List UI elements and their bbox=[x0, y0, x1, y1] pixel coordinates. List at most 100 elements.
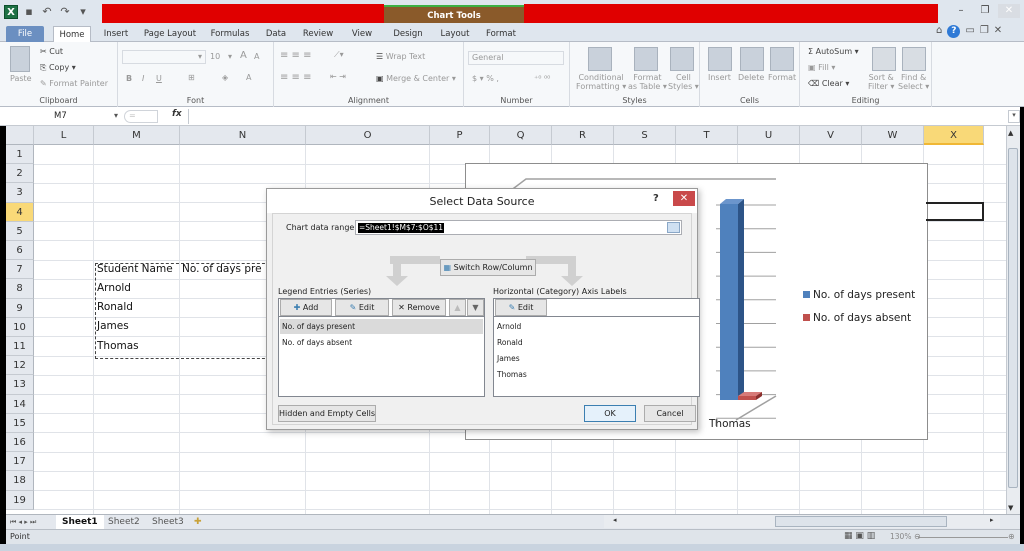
row-header-15[interactable]: 15 bbox=[6, 413, 34, 433]
shrink-font-icon[interactable]: A bbox=[254, 52, 259, 61]
excel-logo-icon[interactable]: X bbox=[4, 5, 18, 19]
switch-row-column-button[interactable]: ▦ Switch Row/Column bbox=[440, 259, 536, 276]
align-top-icon[interactable]: ≡ ≡ ≡ bbox=[280, 50, 312, 61]
cell-M10[interactable]: James bbox=[97, 320, 129, 332]
font-size-select[interactable]: 10 bbox=[210, 52, 220, 61]
workbook-close-icon[interactable]: ✕ bbox=[994, 25, 1002, 38]
scroll-up-icon[interactable]: ▲ bbox=[1008, 129, 1013, 137]
tab-formulas[interactable]: Formulas bbox=[208, 26, 252, 42]
insert-cells-button[interactable]: Insert bbox=[708, 73, 731, 82]
cell-styles-icon[interactable] bbox=[670, 47, 694, 71]
sort-filter-icon[interactable] bbox=[872, 47, 896, 71]
cell-M11[interactable]: Thomas bbox=[97, 340, 139, 352]
row-header-6[interactable]: 6 bbox=[6, 241, 34, 261]
axis-labels-list[interactable]: ✎ Edit Arnold Ronald James Thomas bbox=[493, 298, 700, 397]
edit-series-button[interactable]: ✎ Edit bbox=[335, 299, 389, 316]
sheet-nav-icons[interactable]: ⏮ ◂ ▸ ⏭ bbox=[10, 515, 36, 529]
column-header-U[interactable]: U bbox=[738, 126, 800, 145]
cell-M9[interactable]: Ronald bbox=[97, 301, 133, 313]
chart-data-range-input[interactable]: =Sheet1!$M$7:$O$11 bbox=[355, 220, 682, 235]
row-header-9[interactable]: 9 bbox=[6, 298, 34, 318]
row-header-7[interactable]: 7 bbox=[6, 260, 34, 280]
remove-series-button[interactable]: ✕ Remove bbox=[392, 299, 446, 316]
move-up-icon[interactable]: ▲ bbox=[449, 299, 466, 316]
help-icon[interactable]: ? bbox=[947, 25, 961, 38]
workbook-restore-icon[interactable]: ❐ bbox=[980, 25, 989, 38]
clear-button[interactable]: ⌫ Clear ▾ bbox=[808, 79, 849, 88]
font-color-icon[interactable]: A bbox=[246, 73, 251, 82]
format-cells-icon[interactable] bbox=[770, 47, 794, 71]
tab-format[interactable]: Format bbox=[484, 26, 518, 42]
tab-page-layout[interactable]: Page Layout bbox=[142, 26, 198, 42]
row-header-14[interactable]: 14 bbox=[6, 394, 34, 414]
row-header-3[interactable]: 3 bbox=[6, 183, 34, 203]
format-painter-button[interactable]: ✎ Format Painter bbox=[40, 79, 108, 88]
scroll-left-icon[interactable]: ◂ bbox=[613, 516, 617, 524]
align-left-icon[interactable]: ≡ ≡ ≡ bbox=[280, 72, 312, 83]
column-header-P[interactable]: P bbox=[430, 126, 490, 145]
fill-color-icon[interactable]: ◈ bbox=[222, 73, 228, 82]
delete-cells-button[interactable]: Delete bbox=[738, 73, 764, 82]
font-name-select[interactable] bbox=[122, 50, 206, 64]
redo-icon[interactable]: ↷ bbox=[58, 5, 72, 19]
tab-home[interactable]: Home bbox=[53, 26, 91, 42]
wrap-text-button[interactable]: ☰ Wrap Text bbox=[376, 52, 425, 61]
column-header-M[interactable]: M bbox=[94, 126, 180, 145]
undo-icon[interactable]: ↶ bbox=[40, 5, 54, 19]
bar-absent-thomas-front[interactable] bbox=[738, 396, 756, 400]
insert-function-icon[interactable]: fx bbox=[172, 109, 182, 119]
column-header-T[interactable]: T bbox=[676, 126, 738, 145]
column-header-S[interactable]: S bbox=[614, 126, 676, 145]
minimize-ribbon-icon[interactable]: ⌂ bbox=[936, 25, 942, 38]
format-as-table-button[interactable]: Format as Table ▾ bbox=[628, 73, 667, 91]
row-header-12[interactable]: 12 bbox=[6, 356, 34, 376]
zoom-out-icon[interactable]: ⊖ bbox=[914, 532, 921, 541]
row-header-1[interactable]: 1 bbox=[6, 145, 34, 165]
hidden-empty-cells-button[interactable]: Hidden and Empty Cells bbox=[278, 405, 376, 422]
column-header-X[interactable]: X bbox=[924, 126, 984, 145]
paste-button[interactable]: Paste bbox=[10, 74, 32, 83]
bold-icon[interactable]: B bbox=[126, 74, 132, 83]
autosum-button[interactable]: Σ AutoSum ▾ bbox=[808, 47, 859, 56]
tab-review[interactable]: Review bbox=[300, 26, 336, 42]
column-header-R[interactable]: R bbox=[552, 126, 614, 145]
row-header-16[interactable]: 16 bbox=[6, 433, 34, 453]
bar-present-thomas-side[interactable] bbox=[738, 199, 744, 400]
tab-layout[interactable]: Layout bbox=[438, 26, 472, 42]
indent-icon[interactable]: ⇤ ⇥ bbox=[330, 72, 346, 81]
horizontal-scroll-thumb[interactable] bbox=[775, 516, 947, 527]
zoom-in-icon[interactable]: ⊕ bbox=[1008, 532, 1015, 541]
cell-M7[interactable]: Student Name bbox=[97, 263, 173, 275]
row-header-18[interactable]: 18 bbox=[6, 471, 34, 491]
column-header-L[interactable]: L bbox=[34, 126, 94, 145]
column-header-N[interactable]: N bbox=[180, 126, 306, 145]
find-select-icon[interactable] bbox=[902, 47, 926, 71]
name-box-dropdown-icon[interactable]: ▾ bbox=[114, 111, 118, 120]
view-buttons-icon[interactable]: ▦ ▣ ▥ bbox=[844, 531, 875, 541]
row-header-11[interactable]: 11 bbox=[6, 337, 34, 357]
fill-button[interactable]: ▣ Fill ▾ bbox=[808, 63, 835, 72]
column-header-V[interactable]: V bbox=[800, 126, 862, 145]
scroll-down-icon[interactable]: ▼ bbox=[1008, 504, 1013, 512]
tab-data[interactable]: Data bbox=[263, 26, 289, 42]
sheet-tab-sheet2[interactable]: Sheet2 bbox=[104, 515, 144, 529]
cut-button[interactable]: ✂ Cut bbox=[40, 47, 63, 56]
merge-center-button[interactable]: ▣ Merge & Center ▾ bbox=[376, 74, 456, 83]
delete-cells-icon[interactable] bbox=[740, 47, 764, 71]
cell-N7[interactable]: No. of days pre bbox=[182, 263, 262, 275]
orientation-icon[interactable]: ⟋▾ bbox=[334, 50, 344, 60]
collapse-dialog-icon[interactable] bbox=[667, 222, 680, 233]
vertical-scroll-thumb[interactable] bbox=[1008, 148, 1018, 488]
select-all-corner[interactable] bbox=[6, 126, 34, 145]
save-icon[interactable]: ▪ bbox=[22, 5, 36, 19]
zoom-slider[interactable] bbox=[918, 537, 1008, 538]
series-item-absent[interactable]: No. of days absent bbox=[280, 335, 483, 350]
series-item-present[interactable]: No. of days present bbox=[280, 319, 483, 334]
scroll-right-icon[interactable]: ▸ bbox=[990, 516, 994, 524]
format-cells-button[interactable]: Format bbox=[768, 73, 796, 82]
row-header-13[interactable]: 13 bbox=[6, 375, 34, 395]
cell-styles-button[interactable]: Cell Styles ▾ bbox=[668, 73, 699, 91]
italic-icon[interactable]: I bbox=[142, 74, 144, 83]
sort-filter-button[interactable]: Sort & Filter ▾ bbox=[868, 73, 894, 91]
dialog-close-button[interactable]: ✕ bbox=[673, 191, 695, 206]
